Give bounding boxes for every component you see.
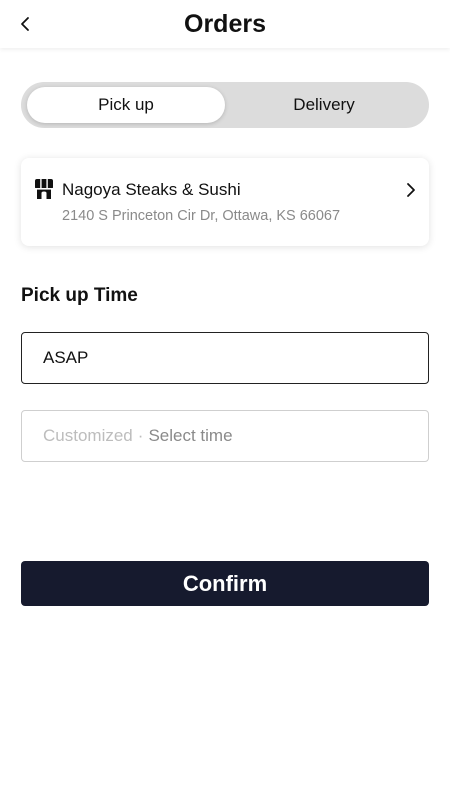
page-title: Orders <box>184 10 266 38</box>
header: Orders <box>0 0 450 48</box>
orders-screen: Orders Pick up Delivery Nagoya Steaks & … <box>0 0 450 800</box>
asap-label: ASAP <box>43 348 89 367</box>
pickup-time-heading: Pick up Time <box>21 285 138 306</box>
storefront-icon <box>35 179 53 199</box>
order-type-toggle: Pick up Delivery <box>21 82 429 128</box>
store-address: 2140 S Princeton Cir Dr, Ottawa, KS 6606… <box>62 208 341 224</box>
store-card[interactable]: Nagoya Steaks & Sushi 2140 S Princeton C… <box>21 158 429 246</box>
store-name: Nagoya Steaks & Sushi <box>62 180 241 199</box>
tab-delivery[interactable]: Delivery <box>225 87 423 123</box>
confirm-button[interactable]: Confirm <box>21 561 429 606</box>
select-time-label: Select time <box>148 426 233 445</box>
tab-pick-up[interactable]: Pick up <box>27 87 225 123</box>
customized-label: Customized <box>43 426 133 445</box>
time-option-asap[interactable]: ASAP <box>21 332 429 384</box>
separator-dot: · <box>137 426 144 445</box>
chevron-right-icon <box>407 183 415 197</box>
time-option-customized[interactable]: Customized · Select time <box>21 410 429 462</box>
